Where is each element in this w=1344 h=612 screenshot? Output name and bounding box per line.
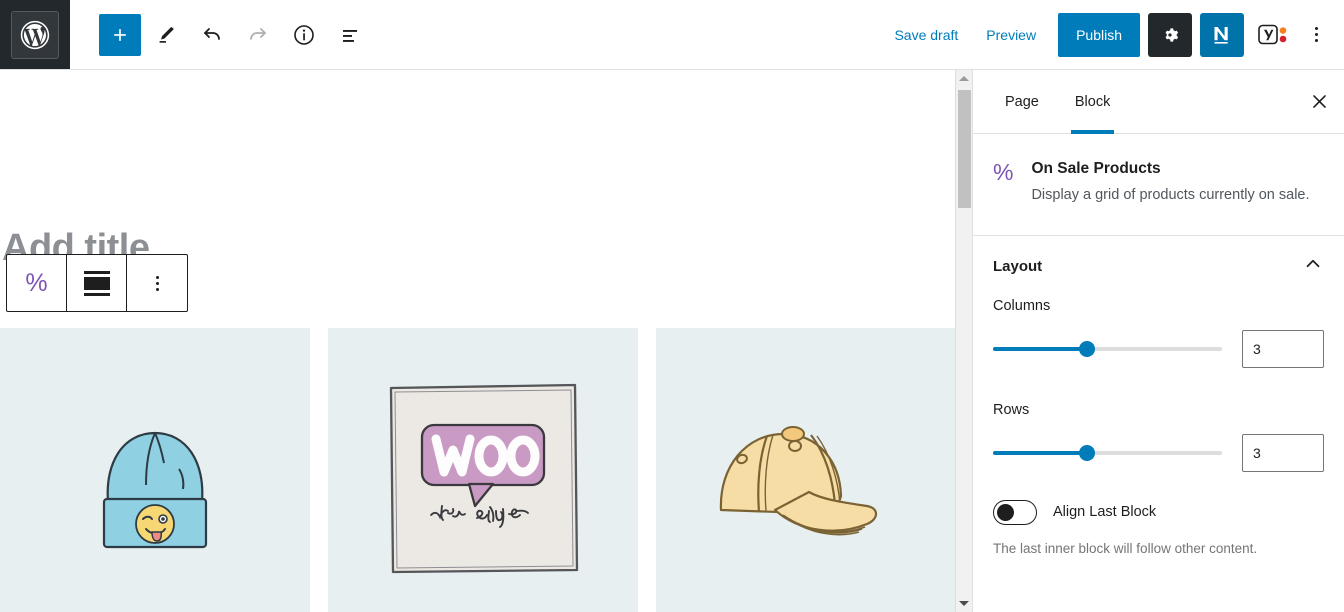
publish-button[interactable]: Publish — [1058, 12, 1140, 57]
align-button[interactable] — [67, 255, 127, 311]
undo-button[interactable] — [191, 14, 233, 56]
tab-block[interactable]: Block — [1057, 70, 1128, 134]
close-sidebar-button[interactable] — [1294, 70, 1344, 133]
rows-label: Rows — [993, 401, 1030, 418]
nelio-button[interactable] — [1200, 12, 1244, 57]
columns-row — [993, 329, 1324, 368]
list-view-button[interactable] — [329, 14, 371, 56]
toolbar-left-tools — [70, 0, 371, 69]
wordpress-logo-icon — [11, 10, 59, 59]
details-button[interactable] — [283, 14, 325, 56]
list-view-icon — [343, 29, 357, 42]
more-options-button[interactable] — [1298, 13, 1334, 57]
blue-beanie-illustration — [102, 431, 208, 548]
rows-input[interactable] — [1242, 433, 1324, 472]
percent-icon: % — [25, 268, 48, 297]
letter-n-icon — [1214, 26, 1228, 44]
block-toolbar: % — [6, 254, 188, 312]
wordpress-logo-button[interactable] — [0, 0, 70, 69]
on-sale-products-grid: Beanie with Logo — [0, 328, 966, 612]
slider-fill — [993, 346, 1087, 351]
align-center-icon — [83, 270, 110, 296]
product-card[interactable]: Single — [328, 328, 638, 612]
yoast-seo-icon — [1258, 24, 1287, 44]
three-dots-vertical-icon — [1314, 27, 1318, 42]
product-image — [0, 328, 310, 612]
product-card[interactable]: Beanie with Logo — [0, 328, 310, 612]
align-last-block-help: The last inner block will follow other c… — [993, 540, 1258, 556]
align-last-block-control: Align Last Block — [973, 499, 1344, 525]
three-dots-vertical-icon — [155, 275, 159, 291]
layout-panel-header[interactable]: Layout — [973, 236, 1344, 298]
block-description: Display a grid of products currently on … — [1031, 187, 1310, 203]
slider-fill — [993, 450, 1087, 455]
redo-button[interactable] — [237, 14, 279, 56]
block-options-button[interactable] — [127, 255, 187, 311]
tan-baseball-cap-illustration — [719, 426, 878, 536]
redo-arrow-icon — [250, 27, 266, 40]
product-card[interactable]: Cap — [656, 328, 966, 612]
align-last-block-label: Align Last Block — [1053, 504, 1157, 521]
percent-icon: % — [993, 159, 1014, 185]
block-title: On Sale Products — [1031, 160, 1161, 177]
gear-icon — [1165, 27, 1179, 42]
product-image — [656, 328, 966, 612]
edit-tool-button[interactable] — [145, 14, 187, 56]
scroll-up-button[interactable] — [956, 70, 972, 87]
add-block-button[interactable] — [99, 13, 141, 56]
block-info-card: % On Sale Products Display a grid of pro… — [973, 134, 1344, 236]
undo-arrow-icon — [204, 27, 220, 40]
editor-canvas-wrapper: Add title % — [0, 70, 972, 612]
toolbar-right-actions: Save draft Preview Publish — [880, 0, 1344, 69]
pencil-icon — [159, 26, 174, 43]
rows-control: Rows — [993, 402, 1324, 472]
block-info-text: On Sale Products Display a grid of produ… — [1031, 160, 1309, 207]
editor-top-toolbar: Save draft Preview Publish — [0, 0, 1344, 70]
rows-row — [993, 433, 1324, 472]
close-x-icon — [1312, 95, 1326, 108]
woo-the-single-record-illustration — [389, 383, 579, 574]
editor-body: Add title % Page Block % On Sale Product… — [0, 70, 1344, 612]
settings-button[interactable] — [1148, 12, 1192, 57]
plus-icon — [114, 28, 126, 41]
sidebar-tabs: Page Block — [973, 70, 1344, 134]
block-type-button[interactable]: % — [7, 255, 67, 311]
wordpress-block-editor: Save draft Preview Publish Add title % P… — [0, 0, 1344, 612]
columns-control: Columns — [993, 298, 1324, 368]
layout-panel-body: Columns Rows — [973, 298, 1344, 506]
yoast-seo-button[interactable] — [1252, 13, 1296, 57]
save-draft-button[interactable]: Save draft — [880, 19, 972, 51]
columns-label: Columns — [993, 297, 1051, 314]
product-image — [328, 328, 638, 612]
scroll-down-button[interactable] — [956, 595, 972, 612]
editor-canvas[interactable]: Add title % — [0, 70, 972, 612]
preview-button[interactable]: Preview — [972, 19, 1050, 51]
triangle-up-icon — [959, 76, 969, 81]
scrollbar-thumb[interactable] — [958, 90, 971, 208]
align-last-block-toggle[interactable] — [993, 499, 1037, 525]
slider-thumb[interactable] — [1078, 444, 1095, 461]
tab-page[interactable]: Page — [987, 70, 1057, 133]
editor-vertical-scrollbar[interactable] — [955, 70, 972, 612]
columns-input[interactable] — [1242, 329, 1324, 368]
chevron-up-icon — [1302, 253, 1324, 280]
rows-slider[interactable] — [993, 443, 1222, 463]
slider-thumb[interactable] — [1078, 340, 1095, 357]
triangle-down-icon — [959, 601, 969, 606]
toggle-knob — [997, 503, 1014, 521]
info-circle-icon — [294, 24, 314, 45]
settings-sidebar: Page Block % On Sale Products Display a … — [972, 70, 1344, 612]
layout-panel-title: Layout — [993, 258, 1043, 276]
columns-slider[interactable] — [993, 339, 1222, 359]
